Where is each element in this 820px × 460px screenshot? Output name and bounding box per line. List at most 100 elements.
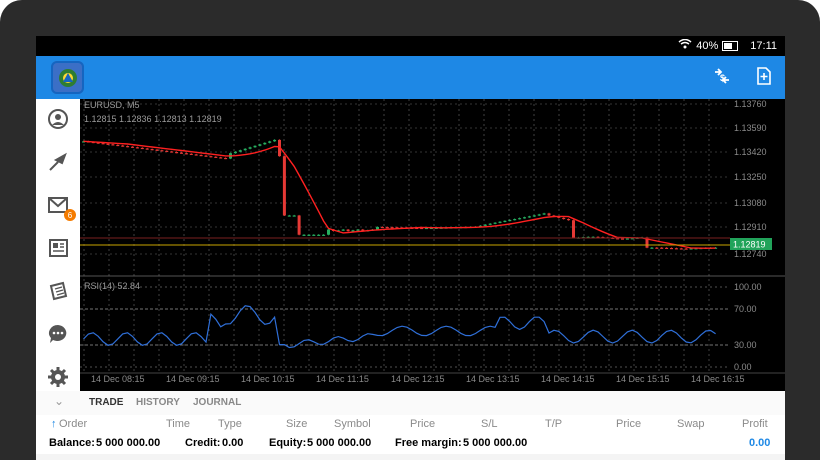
candle-body [572,220,575,238]
candle-body [562,217,566,220]
tab-history[interactable]: HISTORY [136,397,180,408]
wifi-icon [678,38,692,52]
candle-body [145,148,149,150]
candle-body [523,217,526,219]
candle-body [302,234,306,236]
balance-value: 5 000 000.00 [96,437,161,449]
time-tick-label: 14 Dec 15:15 [616,374,670,384]
candle-body [135,147,139,149]
rsi-tick-label: 70.00 [734,304,757,314]
chat-icon[interactable] [46,322,70,346]
terminal-tabs: ⌄ TRADE HISTORY JOURNAL [36,391,785,416]
trade-toggle-icon[interactable]: $ [712,66,732,91]
candle-body [189,153,193,155]
col-symbol[interactable]: Symbol [334,418,371,430]
news-icon[interactable] [46,236,70,260]
journal-icon[interactable] [46,279,70,303]
candle-body [101,143,105,145]
equity-label: Equity: [269,437,307,449]
rsi-tick-label: 0.00 [734,362,752,372]
candle-body [483,224,487,226]
app-screen: 40% 17:11 $ 6 1.12819 EURUSD, M5 1.12815… [36,36,785,460]
candle-body [679,248,683,250]
rsi-line [83,305,716,349]
col-profit[interactable]: Profit [742,418,768,430]
time-tick-label: 14 Dec 13:15 [466,374,520,384]
candle-body [542,213,546,215]
account-summary: Balance: 5 000 000.00 Credit: 0.00 Equit… [36,434,785,454]
time-tick-label: 14 Dec 08:15 [91,374,145,384]
price-tick-label: 1.12910 [734,222,767,232]
candle-body [513,219,517,221]
candle-body [263,142,267,145]
trade-icon[interactable] [46,150,70,174]
col-type[interactable]: Type [218,418,242,430]
time-tick-label: 14 Dec 16:15 [691,374,745,384]
candle-body [155,149,159,151]
time-tick-label: 14 Dec 10:15 [241,374,295,384]
candle-body [131,146,134,148]
candle-body [273,139,277,142]
candle-body [341,229,345,231]
new-order-icon[interactable] [756,66,772,91]
candle-body [670,247,673,250]
credit-label: Credit: [185,437,221,449]
bottom-edge [36,454,785,460]
mail-icon[interactable]: 6 [46,193,76,221]
symbol-label: EURUSD, M5 [84,100,140,110]
candle-body [390,227,394,229]
candle-body [258,144,262,146]
col-current-price[interactable]: Price [616,418,641,430]
app-logo-icon[interactable] [51,61,84,94]
tab-journal[interactable]: JOURNAL [193,397,241,408]
time-tick-label: 14 Dec 12:15 [391,374,445,384]
credit-value: 0.00 [222,437,244,449]
free-margin-value: 5 000 000.00 [463,437,528,449]
candle-body [532,215,536,217]
candle-body [493,222,497,224]
col-swap[interactable]: Swap [677,418,705,430]
candle-body [488,223,492,225]
col-time[interactable]: Time [166,418,190,430]
candle-body [567,219,571,221]
time-tick-label: 14 Dec 11:15 [316,374,369,384]
candle-body [317,234,321,236]
candle-body [126,146,130,148]
col-price[interactable]: Price [410,418,435,430]
status-bar: 40% 17:11 [36,36,785,56]
battery-icon [722,40,739,51]
price-tick-label: 1.13080 [734,198,767,208]
chart-canvas[interactable]: 1.12819 EURUSD, M5 1.12815 1.12836 1.128… [80,99,785,395]
sidebar: 6 [36,99,80,395]
candle-body [625,238,629,240]
candle-body [518,218,522,220]
candle-body [116,144,120,147]
candle-body [660,247,664,249]
settings-icon[interactable] [46,365,70,389]
price-tick-label: 1.13420 [734,147,767,157]
chevron-down-icon[interactable]: ⌄ [54,394,64,408]
col-order[interactable]: Order [59,418,87,430]
candle-body [180,152,183,154]
candle-body [219,157,223,159]
tab-trade[interactable]: TRADE [89,397,123,408]
candle-body [655,247,659,249]
table-header: ↑ Order Time Type Size Symbol Price S/L … [36,415,785,434]
candle-body [674,248,678,250]
current-price-label: 1.12819 [733,240,766,250]
candle-body [204,155,208,157]
price-tick-label: 1.12740 [734,249,767,259]
candle-body [498,221,502,223]
profit-value: 0.00 [749,437,771,449]
balance-label: Balance: [49,437,95,449]
candle-body [508,219,512,222]
sort-arrow-icon[interactable]: ↑ [51,418,57,430]
candle-body [297,215,301,235]
candle-body [184,153,188,155]
candle-body [665,247,669,249]
col-size[interactable]: Size [286,418,307,430]
col-sl[interactable]: S/L [481,418,498,430]
quotes-icon[interactable] [46,107,70,131]
price-chart[interactable]: 1.12819 EURUSD, M5 1.12815 1.12836 1.128… [80,99,785,395]
col-tp[interactable]: T/P [545,418,562,430]
